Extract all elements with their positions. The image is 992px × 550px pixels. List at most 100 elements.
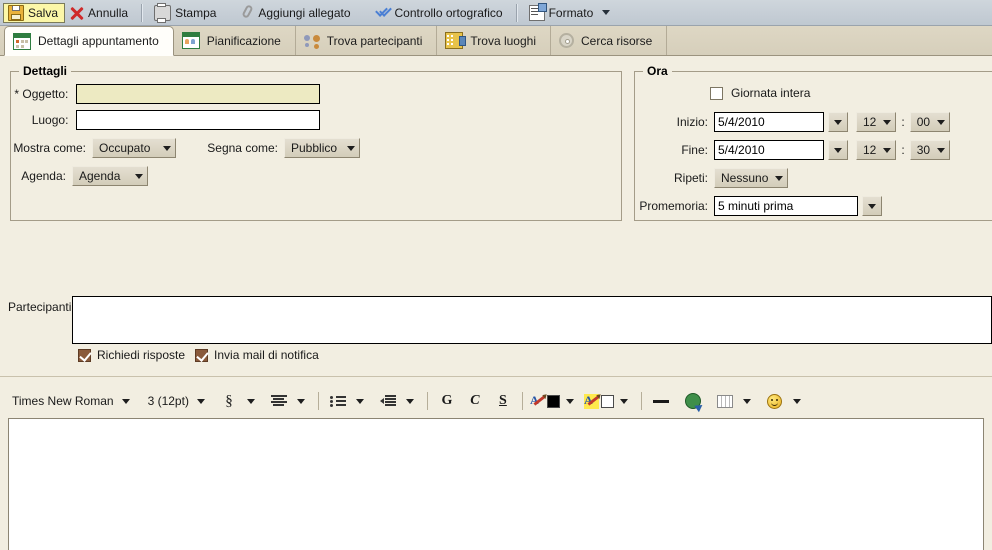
horizontal-rule-button[interactable] bbox=[649, 391, 673, 411]
highlight-color-button[interactable]: A bbox=[583, 391, 614, 411]
chevron-down-icon bbox=[834, 147, 842, 153]
reminder-dropdown-button[interactable] bbox=[862, 196, 882, 216]
bold-icon: G bbox=[441, 393, 453, 408]
tab-label: Trova partecipanti bbox=[326, 33, 423, 48]
chevron-down-icon bbox=[868, 203, 876, 209]
insert-link-icon bbox=[684, 393, 701, 409]
message-body-editor[interactable] bbox=[8, 418, 984, 550]
tab-trova-partecipanti[interactable]: Trova partecipanti bbox=[296, 26, 438, 55]
insert-table-chevron-down-icon[interactable] bbox=[742, 398, 751, 404]
tab-trova-luoghi[interactable]: Trova luoghi bbox=[437, 26, 551, 55]
format-separator-3 bbox=[521, 392, 523, 410]
paragraph-style-button[interactable]: § bbox=[217, 391, 241, 411]
send-notification-checkbox[interactable] bbox=[195, 348, 209, 362]
spellcheck-button[interactable]: Controllo ortografico bbox=[370, 3, 510, 23]
underline-button[interactable]: S bbox=[491, 391, 515, 411]
toolbar-separator-2 bbox=[515, 3, 518, 22]
format-separator-1 bbox=[317, 392, 319, 410]
calendar-icon bbox=[13, 32, 31, 50]
print-icon bbox=[154, 2, 172, 23]
align-button[interactable] bbox=[267, 391, 291, 411]
rich-text-format-toolbar: Times New Roman 3 (12pt) § G C S A A bbox=[0, 388, 992, 414]
save-button[interactable]: Salva bbox=[3, 2, 66, 23]
start-date-input[interactable] bbox=[714, 112, 824, 132]
location-row: Luogo: bbox=[10, 110, 320, 130]
paragraph-style-chevron-down-icon[interactable] bbox=[246, 398, 255, 404]
indent-chevron-down-icon[interactable] bbox=[405, 398, 414, 404]
font-color-button[interactable]: A bbox=[530, 391, 560, 411]
bullet-list-button[interactable] bbox=[326, 391, 350, 411]
show-as-label: Mostra come: bbox=[13, 141, 86, 155]
format-menu-button[interactable]: Formato bbox=[524, 2, 618, 23]
end-hour-value: 12 bbox=[863, 143, 877, 157]
start-date-picker-button[interactable] bbox=[828, 112, 848, 132]
end-minute-value: 30 bbox=[916, 143, 931, 157]
format-separator-2 bbox=[426, 392, 428, 410]
font-family-select[interactable]: Times New Roman bbox=[10, 391, 132, 411]
emoticon-button[interactable] bbox=[763, 391, 787, 411]
italic-icon: C bbox=[470, 393, 480, 408]
font-color-chevron-down-icon[interactable] bbox=[565, 398, 574, 404]
chevron-down-icon bbox=[135, 173, 143, 179]
font-color-swatch bbox=[546, 394, 560, 408]
tab-cerca-risorse[interactable]: Cerca risorse bbox=[551, 26, 668, 55]
end-row: Fine: 12 : 30 bbox=[634, 140, 951, 160]
indent-button[interactable] bbox=[376, 391, 400, 411]
start-minute-select[interactable]: 00 bbox=[909, 112, 951, 132]
reminder-input[interactable] bbox=[714, 196, 858, 216]
add-attachment-button[interactable]: Aggiungi allegato bbox=[235, 3, 357, 23]
italic-button[interactable]: C bbox=[463, 391, 487, 411]
repeat-value: Nessuno bbox=[721, 171, 769, 185]
insert-table-button[interactable] bbox=[713, 391, 737, 411]
chevron-down-icon bbox=[834, 119, 842, 125]
calendar-select[interactable]: Agenda bbox=[72, 166, 148, 186]
end-date-picker-button[interactable] bbox=[828, 140, 848, 160]
end-minute-select[interactable]: 30 bbox=[909, 140, 951, 160]
highlight-color-chevron-down-icon[interactable] bbox=[619, 398, 628, 404]
bullet-list-icon bbox=[329, 395, 346, 407]
emoticon-chevron-down-icon[interactable] bbox=[792, 398, 801, 404]
all-day-checkbox[interactable] bbox=[710, 86, 723, 100]
tab-dettagli-appuntamento[interactable]: Dettagli appuntamento bbox=[4, 26, 174, 56]
location-label: Luogo: bbox=[31, 113, 69, 127]
print-button[interactable]: Stampa bbox=[149, 2, 223, 23]
horizontal-rule-icon bbox=[652, 395, 669, 407]
chevron-down-icon bbox=[602, 10, 611, 15]
repeat-select[interactable]: Nessuno bbox=[714, 168, 789, 188]
highlight-color-icon: A bbox=[583, 393, 600, 409]
align-icon bbox=[270, 395, 287, 407]
calendar-label: Agenda: bbox=[21, 169, 66, 183]
subject-row: * Oggetto: bbox=[10, 84, 320, 104]
bullet-list-chevron-down-icon[interactable] bbox=[355, 398, 364, 404]
cancel-button[interactable]: Annulla bbox=[65, 3, 135, 23]
end-hour-select[interactable]: 12 bbox=[856, 140, 897, 160]
appointment-editor-window: Salva Annulla Stampa Aggiungi allegato C… bbox=[0, 0, 992, 550]
font-size-select[interactable]: 3 (12pt) bbox=[146, 391, 207, 411]
request-replies-checkbox[interactable] bbox=[78, 348, 91, 362]
end-date-input[interactable] bbox=[714, 140, 824, 160]
insert-link-button[interactable] bbox=[681, 391, 705, 411]
building-icon bbox=[445, 32, 467, 49]
cancel-icon bbox=[70, 6, 84, 20]
attendees-input[interactable] bbox=[72, 296, 992, 344]
tab-pianificazione[interactable]: Pianificazione bbox=[174, 26, 296, 55]
start-time-separator: : bbox=[901, 115, 905, 129]
chevron-down-icon bbox=[775, 175, 784, 181]
time-group-legend: Ora bbox=[647, 64, 668, 78]
save-button-label: Salva bbox=[28, 5, 59, 20]
subject-input[interactable] bbox=[76, 84, 320, 104]
align-chevron-down-icon[interactable] bbox=[296, 398, 305, 404]
bold-button[interactable]: G bbox=[435, 391, 459, 411]
mark-as-select[interactable]: Pubblico bbox=[284, 138, 360, 158]
end-label: Fine: bbox=[681, 143, 708, 157]
format-separator-4 bbox=[640, 392, 642, 410]
highlight-color-swatch bbox=[600, 394, 614, 408]
repeat-label: Ripeti: bbox=[673, 171, 708, 185]
chevron-down-icon bbox=[937, 147, 946, 153]
show-as-select[interactable]: Occupato bbox=[92, 138, 176, 158]
start-hour-select[interactable]: 12 bbox=[856, 112, 897, 132]
chevron-down-icon bbox=[883, 147, 892, 153]
location-input[interactable] bbox=[76, 110, 320, 130]
font-color-icon: A bbox=[530, 393, 546, 409]
request-replies-label: Richiedi risposte bbox=[97, 348, 186, 362]
